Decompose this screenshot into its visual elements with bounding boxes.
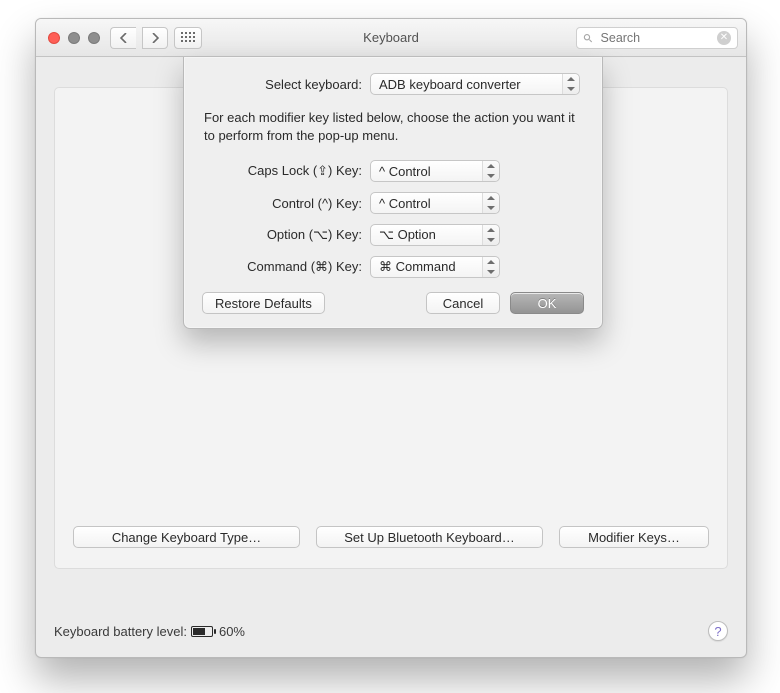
command-value: ⌘ Command [379, 259, 456, 275]
search-field[interactable]: ✕ [576, 27, 738, 49]
change-keyboard-type-button[interactable]: Change Keyboard Type… [73, 526, 300, 548]
close-icon[interactable] [48, 32, 60, 44]
search-input[interactable] [599, 30, 717, 46]
show-all-button[interactable] [174, 27, 202, 49]
back-button[interactable] [110, 27, 136, 49]
forward-button[interactable] [142, 27, 168, 49]
option-popup[interactable]: ⌥ Option [370, 224, 500, 246]
battery-icon [191, 626, 213, 637]
setup-bluetooth-keyboard-button[interactable]: Set Up Bluetooth Keyboard… [316, 526, 543, 548]
sheet-description: For each modifier key listed below, choo… [204, 109, 582, 144]
capslock-value: ^ Control [379, 164, 431, 179]
chevron-left-icon [120, 33, 128, 43]
battery-percent: 60% [219, 624, 245, 639]
select-keyboard-value: ADB keyboard converter [379, 77, 521, 92]
capslock-label: Caps Lock (⇪) Key: [202, 163, 370, 179]
search-icon [583, 32, 593, 44]
select-keyboard-popup[interactable]: ADB keyboard converter [370, 73, 580, 95]
stepper-icon [562, 74, 579, 94]
battery-fill [193, 628, 205, 635]
control-popup[interactable]: ^ Control [370, 192, 500, 214]
option-value: ⌥ Option [379, 227, 436, 243]
titlebar: Keyboard ✕ [36, 19, 746, 57]
modifier-keys-sheet: Select keyboard: ADB keyboard converter … [183, 57, 603, 329]
command-popup[interactable]: ⌘ Command [370, 256, 500, 278]
select-keyboard-label: Select keyboard: [202, 77, 370, 92]
traffic-lights [48, 32, 100, 44]
command-label: Command (⌘) Key: [202, 259, 370, 275]
stepper-icon [482, 161, 499, 181]
modifier-keys-button[interactable]: Modifier Keys… [559, 526, 709, 548]
battery-label: Keyboard battery level: [54, 624, 187, 639]
nav-group [110, 27, 168, 49]
chevron-right-icon [151, 33, 159, 43]
control-value: ^ Control [379, 196, 431, 211]
ok-button[interactable]: OK [510, 292, 584, 314]
stepper-icon [482, 225, 499, 245]
stepper-icon [482, 257, 499, 277]
capslock-popup[interactable]: ^ Control [370, 160, 500, 182]
restore-defaults-button[interactable]: Restore Defaults [202, 292, 325, 314]
cancel-button[interactable]: Cancel [426, 292, 500, 314]
control-label: Control (^) Key: [202, 196, 370, 211]
preferences-window: Keyboard ✕ Change Keyboard Type… Set Up … [35, 18, 747, 658]
option-label: Option (⌥) Key: [202, 227, 370, 243]
stepper-icon [482, 193, 499, 213]
help-button[interactable]: ? [708, 621, 728, 641]
grid-icon [181, 32, 195, 44]
zoom-icon[interactable] [88, 32, 100, 44]
status-bar: Keyboard battery level: 60% ? [54, 621, 728, 641]
clear-search-icon[interactable]: ✕ [717, 31, 731, 45]
minimize-icon[interactable] [68, 32, 80, 44]
